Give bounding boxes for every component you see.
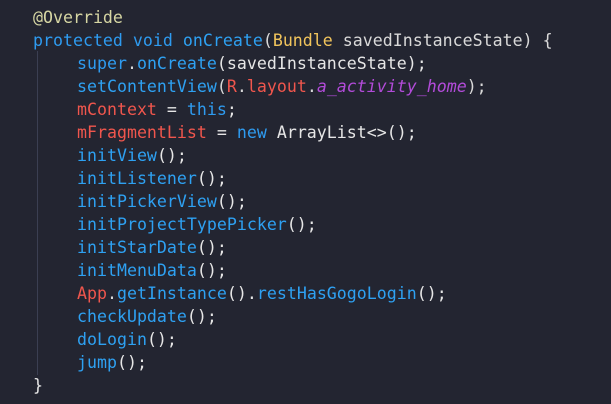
args: ();: [116, 353, 147, 372]
keyword-this: this: [186, 100, 227, 119]
code-line-7[interactable]: initView();: [0, 144, 611, 167]
args: ();: [146, 330, 177, 349]
type-bundle: Bundle: [272, 31, 333, 50]
assign-op: =: [206, 123, 237, 142]
keyword-new: new: [236, 123, 267, 142]
code-line-9[interactable]: initPickerView();: [0, 190, 611, 213]
keyword-void: void: [132, 31, 173, 50]
call-resthasgogologin: restHasGogoLogin: [256, 284, 417, 303]
method-name-oncreate: onCreate: [182, 31, 263, 50]
code-line-15[interactable]: doLogin();: [0, 328, 611, 351]
code-line-14[interactable]: checkUpdate();: [0, 305, 611, 328]
open-paren: (: [216, 77, 227, 96]
call-getinstance: getInstance: [116, 284, 227, 303]
code-line-2[interactable]: protected void onCreate(Bundle savedInst…: [0, 29, 611, 52]
class-r: R: [226, 77, 237, 96]
call-initprojecttypepicker: initProjectTypePicker: [77, 215, 287, 234]
code-line-17[interactable]: }: [0, 374, 611, 397]
args: ();: [186, 307, 217, 326]
call-initlistener: initListener: [77, 169, 197, 188]
call-dologin: doLogin: [77, 330, 147, 349]
call-setcontentview: setContentView: [77, 77, 217, 96]
args: ();: [196, 238, 227, 257]
chain: ().: [226, 284, 257, 303]
field-layout: layout: [246, 77, 307, 96]
resource-a-activity-home: a_activity_home: [316, 77, 467, 96]
code-editor[interactable]: @Override protected void onCreate(Bundle…: [0, 0, 611, 404]
close-paren-brace: ) {: [522, 31, 553, 50]
closing-brace: }: [33, 376, 43, 395]
call-initpickerview: initPickerView: [77, 192, 217, 211]
code-line-12[interactable]: initMenuData();: [0, 259, 611, 282]
code-line-3[interactable]: super.onCreate(savedInstanceState);: [0, 52, 611, 75]
call-oncreate: onCreate: [136, 54, 217, 73]
call-initview: initView: [77, 146, 157, 165]
args: ();: [286, 215, 317, 234]
code-line-16[interactable]: jump();: [0, 351, 611, 374]
dot: .: [306, 77, 317, 96]
dot: .: [126, 54, 137, 73]
code-line-5[interactable]: mContext = this;: [0, 98, 611, 121]
var-mcontext: mContext: [77, 100, 157, 119]
arraylist-constructor: ArrayList<>();: [266, 123, 417, 142]
code-line-4[interactable]: setContentView(R.layout.a_activity_home)…: [0, 75, 611, 98]
code-line-13[interactable]: App.getInstance().restHasGogoLogin();: [0, 282, 611, 305]
code-line-11[interactable]: initStarDate();: [0, 236, 611, 259]
code-line-1[interactable]: @Override: [0, 6, 611, 29]
call-initmenudata: initMenuData: [77, 261, 197, 280]
class-app: App: [77, 284, 107, 303]
annotation-override: @Override: [33, 8, 123, 27]
code-line-8[interactable]: initListener();: [0, 167, 611, 190]
assign-op: =: [156, 100, 187, 119]
call-initstardate: initStarDate: [77, 238, 197, 257]
args: ();: [416, 284, 447, 303]
open-paren: (: [262, 31, 273, 50]
semicolon: ;: [226, 100, 237, 119]
var-mfragmentlist: mFragmentList: [77, 123, 207, 142]
code-line-10[interactable]: initProjectTypePicker();: [0, 213, 611, 236]
param-savedinstancestate: savedInstanceState: [332, 31, 523, 50]
keyword-protected: protected: [33, 31, 123, 50]
dot: .: [236, 77, 247, 96]
keyword-super: super: [77, 54, 127, 73]
dot: .: [106, 284, 117, 303]
call-checkupdate: checkUpdate: [77, 307, 187, 326]
args: ();: [156, 146, 187, 165]
close-paren: );: [466, 77, 487, 96]
args: ();: [196, 261, 227, 280]
args: (savedInstanceState);: [216, 54, 427, 73]
code-line-6[interactable]: mFragmentList = new ArrayList<>();: [0, 121, 611, 144]
args: ();: [196, 169, 227, 188]
call-jump: jump: [77, 353, 117, 372]
args: ();: [216, 192, 247, 211]
